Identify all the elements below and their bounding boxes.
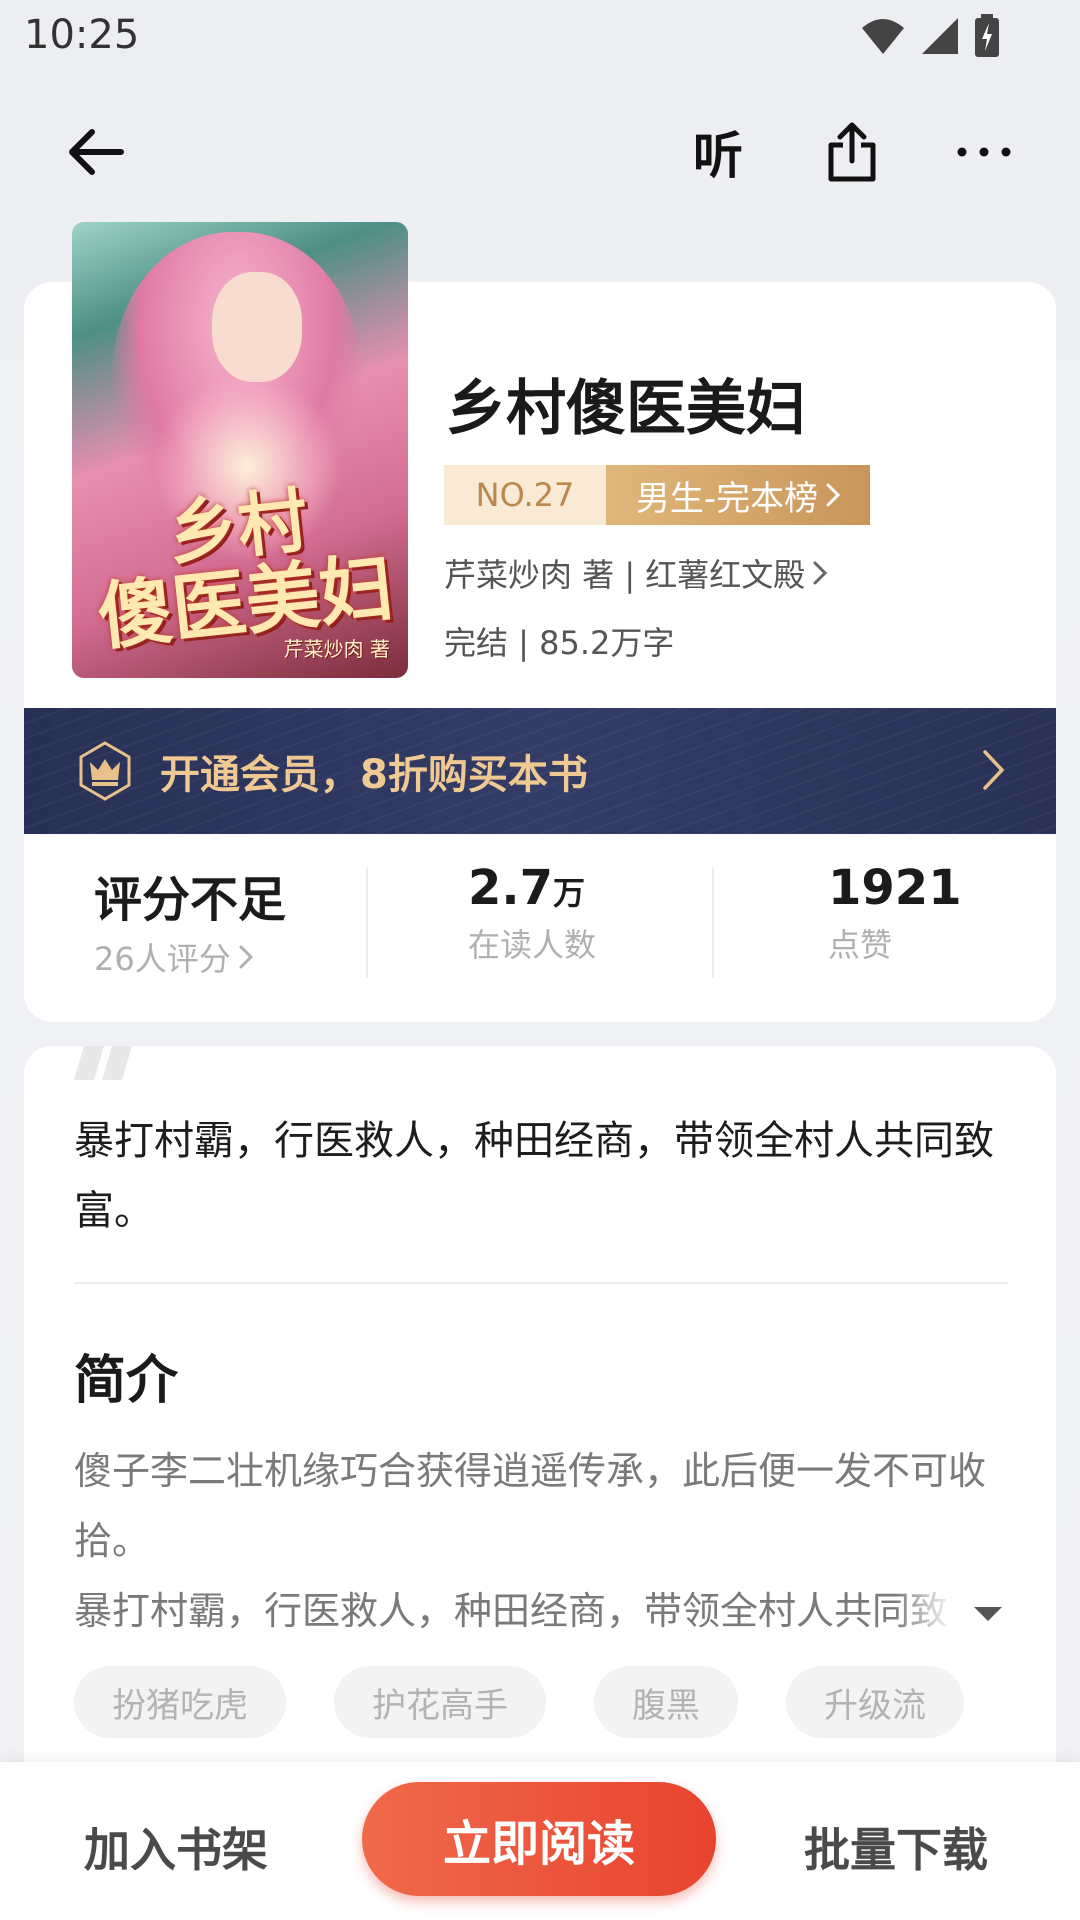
caret-down-icon (974, 1607, 1002, 1621)
back-arrow-icon (69, 129, 124, 175)
cover-title: 乡村 傻医美妇 (75, 476, 408, 661)
book-title: 乡村傻医美妇 (446, 374, 806, 444)
vip-banner-text: 开通会员，8折购买本书 (160, 752, 588, 798)
quote-mark-icon (74, 1046, 132, 1080)
readers-unit: 万 (553, 874, 586, 912)
status-bar: 10:25 (0, 0, 1080, 72)
read-now-button[interactable]: 立即阅读 (362, 1782, 716, 1896)
stats-divider (712, 868, 714, 978)
chevron-right-icon (239, 945, 253, 969)
vip-banner[interactable]: 开通会员，8折购买本书 (24, 708, 1056, 834)
expand-intro-button[interactable] (968, 1594, 1008, 1634)
readers-value: 2.7 (468, 860, 554, 916)
share-icon (828, 122, 876, 182)
readers-main: 2.7万 (468, 860, 596, 916)
rating-stat[interactable]: 评分不足 26人评分 (94, 860, 286, 980)
status-icons (860, 14, 1000, 58)
wifi-icon (862, 19, 904, 54)
chevron-right-icon (983, 750, 1005, 790)
bottom-action-bar: 加入书架 立即阅读 批量下载 (0, 1762, 1080, 1920)
likes-stat: 1921 点赞 (828, 860, 962, 980)
share-button[interactable] (812, 112, 892, 192)
rank-list-label: 男生-完本榜 (635, 478, 819, 519)
chevron-right-icon (813, 561, 828, 585)
book-cover[interactable]: 乡村 傻医美妇 芹菜炒肉 著 (72, 222, 408, 678)
readers-sub: 在读人数 (468, 926, 597, 964)
battery-charging-icon (975, 14, 999, 57)
intro-title: 简介 (74, 1351, 179, 1411)
rating-count: 26人评分 (94, 940, 231, 978)
likes-sub: 点赞 (828, 926, 893, 964)
cover-author: 芹菜炒肉 著 (283, 637, 390, 661)
stats-row: 评分不足 26人评分 2.7万 在读人数 1921 点赞 (24, 860, 1056, 990)
back-button[interactable] (56, 112, 136, 192)
chevron-right-icon (826, 483, 841, 507)
tag-chip[interactable]: 护花高手 (334, 1666, 546, 1738)
status-time: 10:25 (24, 12, 140, 58)
rank-list: 男生-完本榜 (606, 465, 870, 525)
tag-chip[interactable]: 扮猪吃虎 (74, 1666, 286, 1738)
top-nav: 听 (0, 100, 1080, 200)
readers-stat: 2.7万 在读人数 (468, 860, 596, 980)
author-line[interactable]: 芹菜炒肉 著 | 红薯红文殿 (444, 550, 828, 596)
book-status-line: 完结 | 85.2万字 (444, 624, 675, 662)
crown-badge-icon (79, 741, 131, 801)
rank-number: NO.27 (444, 465, 606, 525)
add-to-shelf-button[interactable]: 加入书架 (84, 1814, 268, 1880)
stats-divider (366, 868, 368, 978)
tag-chip[interactable]: 腹黑 (594, 1666, 738, 1738)
intro-text-truncated: 暴打村霸，行医救人，种田经商，带领全村人共同致富。 (74, 1576, 954, 1646)
signal-icon (922, 18, 958, 54)
rating-main: 评分不足 (94, 872, 287, 928)
likes-value: 1921 (828, 860, 962, 916)
section-divider (74, 1282, 1008, 1284)
book-tagline: 暴打村霸，行医救人，种田经商，带领全村人共同致富。 (74, 1118, 994, 1234)
intro-text: 傻子李二壮机缘巧合获得逍遥传承，此后便一发不可收拾。 (74, 1449, 987, 1563)
author-publisher: 芹菜炒肉 著 | 红薯红文殿 (444, 556, 806, 594)
listen-button[interactable]: 听 (678, 112, 758, 192)
rank-badge[interactable]: NO.27 男生-完本榜 (444, 465, 870, 525)
cover-art-face (212, 272, 302, 382)
tag-chip[interactable]: 升级流 (786, 1666, 964, 1738)
tag-list: 扮猪吃虎 护花高手 腹黑 升级流 (74, 1666, 964, 1738)
book-detail-card: 暴打村霸，行医救人，种田经商，带领全村人共同致富。 简介 傻子李二壮机缘巧合获得… (24, 1046, 1056, 1866)
batch-download-button[interactable]: 批量下载 (804, 1814, 988, 1880)
more-icon (957, 147, 1011, 157)
more-button[interactable] (944, 112, 1024, 192)
rating-sub: 26人评分 (94, 934, 286, 980)
